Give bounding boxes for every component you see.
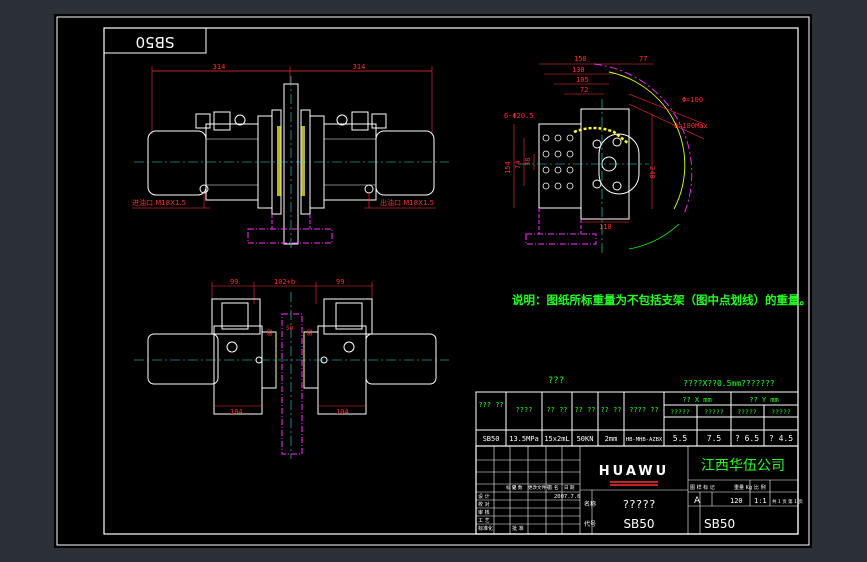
spec-xy-0: 5.5 <box>673 434 688 443</box>
spec-head-0: ??? ?? <box>478 401 503 409</box>
spec-head-5: ???? ?? <box>629 406 659 414</box>
front-view: 314 314 进油口 M18X1.5 出油口 M18X1.5 <box>132 63 449 249</box>
spec-caption: ??? <box>548 376 564 386</box>
side-dim-4: 72 <box>580 86 588 94</box>
top-dim-3: 104 <box>230 408 243 416</box>
spec-sub-2: ????? <box>737 408 757 416</box>
tb-sign-0: 设 计 <box>478 493 490 500</box>
side-view: 150 77 138 105 72 6-Φ20.5 Φ=100 Φ=180Max… <box>504 55 708 254</box>
spec-val-1: 13.5MPa <box>509 435 539 443</box>
title-block: 标 记 处 数 更改文件号 签 名 日 期 2007.7.6 设 计 校 对 审… <box>475 445 803 535</box>
brand-logo: HUAWU <box>599 464 669 479</box>
drawing-note: 说明：图纸所标重量为不包括支架（图中点划线）的重量。 <box>512 293 811 307</box>
tb-stage-label: 图 样 标 记 <box>690 484 715 491</box>
spec-sub-3: ????? <box>771 408 791 416</box>
side-dim-9: 74 <box>514 161 522 169</box>
front-dim-right: 314 <box>353 63 366 71</box>
spec-val-5: HB-MHB-AZBX <box>626 437 663 443</box>
side-dim-11: 110 <box>599 223 612 231</box>
drawing-sheet[interactable]: SB50 314 314 进油口 M18X1.5 出油口 M18X1.5 150… <box>54 14 812 548</box>
side-dim-2: 138 <box>572 66 585 74</box>
outlet-port-label: 出油口 M18X1.5 <box>380 198 434 207</box>
tb-stage: A <box>694 496 701 506</box>
tb-date: 2007.7.6 <box>554 494 581 500</box>
spec-right-caption: ????X??0.5mm??????? <box>683 379 775 388</box>
inlet-port-label: 进油口 M18X1.5 <box>132 198 186 207</box>
spec-head-2: ?? ?? <box>546 406 567 414</box>
top-dim-1: 102+b <box>274 278 295 286</box>
tb-row-label-4: 日 期 <box>564 485 575 491</box>
top-dim-6: 82 <box>307 328 314 336</box>
spec-head-4: ?? ?? <box>600 406 621 414</box>
side-dim-5: 6-Φ20.5 <box>504 112 534 120</box>
side-dim-10: 38 <box>524 158 532 166</box>
title-tag: SB50 <box>136 33 175 51</box>
side-dim-0: 150 <box>574 55 587 63</box>
tb-sign-4: 标准化 <box>478 525 493 532</box>
spec-sub-0: ????? <box>670 408 690 416</box>
top-dim-7: 50 <box>286 325 294 332</box>
tb-row-label-3: 签 名 <box>548 484 558 491</box>
tb-weight: 120 <box>730 497 743 505</box>
top-dim-4: 104 <box>336 408 349 416</box>
spec-xy-2: ? 6.5 <box>735 434 759 443</box>
spec-xy-1: 7.5 <box>707 434 722 443</box>
tb-sign-1: 校 对 <box>478 501 490 508</box>
tb-model: SB50 <box>704 517 735 531</box>
spec-xy-3: ? 4.5 <box>769 434 793 443</box>
front-dim-left: 314 <box>213 63 226 71</box>
tb-label-code: 代号 <box>584 520 596 528</box>
cad-drawing-window: SB50 314 314 进油口 M18X1.5 出油口 M18X1.5 150… <box>0 0 867 562</box>
spec-head-1: ???? <box>516 406 533 414</box>
side-dim-6: Φ=100 <box>682 96 703 104</box>
spec-sub-1: ????? <box>704 408 724 416</box>
tb-weight-label: 重量 Kg <box>734 484 752 491</box>
tb-row-label-1: 处 数 <box>512 484 523 491</box>
tb-sheet: 共 1 页 第 1 页 <box>772 498 803 505</box>
side-dim-12: 240 <box>648 166 656 179</box>
company-name: 江西华伍公司 <box>701 458 785 474</box>
drawing-canvas[interactable]: SB50 314 314 进油口 M18X1.5 出油口 M18X1.5 150… <box>54 14 812 548</box>
tb-scale: 1:1 <box>754 497 767 505</box>
tb-sign-5: 批 准 <box>512 525 524 532</box>
top-dim-0: 99 <box>230 278 238 286</box>
spec-y-head: ?? Y mm <box>749 396 779 404</box>
side-dim-1: 77 <box>639 55 647 63</box>
tb-scale-label: 比 例 <box>754 484 766 491</box>
spec-x-head: ?? X mm <box>682 396 712 404</box>
tb-sign-2: 审 核 <box>478 509 490 516</box>
top-dim-5: 82 <box>267 328 274 336</box>
drawing-number: SB50 <box>623 517 654 531</box>
spec-table: ??? ????X??0.5mm??????? ??? ?? ???? ?? ?… <box>475 376 799 447</box>
tb-label-name: 名称 <box>584 500 596 508</box>
spec-val-0: SB50 <box>483 435 500 443</box>
top-view: 99 102+b 99 104 104 82 82 50 <box>134 278 449 459</box>
spec-val-2: 15x2mL <box>544 435 569 443</box>
tb-sign-3: 工 艺 <box>478 518 490 524</box>
spec-val-4: 2mm <box>605 435 618 443</box>
top-dim-2: 99 <box>336 278 344 286</box>
spec-val-3: 50KN <box>577 435 594 443</box>
side-dim-8: 154 <box>504 161 512 174</box>
spec-head-3: ?? ?? <box>574 406 595 414</box>
side-dim-3: 105 <box>576 76 589 84</box>
drawing-name: ????? <box>622 498 655 511</box>
